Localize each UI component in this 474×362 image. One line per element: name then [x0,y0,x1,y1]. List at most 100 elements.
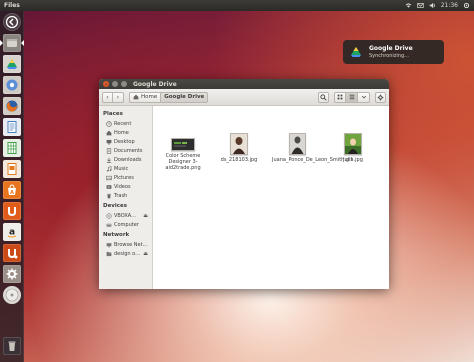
file-name: ds_218103.jpg [220,157,258,163]
forward-button[interactable]: › [113,91,124,103]
volume-indicator-icon[interactable] [429,2,436,9]
eject-icon[interactable]: ⏏ [143,251,148,257]
list-view-button[interactable] [346,91,358,103]
libreoffice-writer-icon[interactable] [3,118,21,136]
list-icon [349,94,354,100]
software-center-icon[interactable]: A [3,181,21,199]
grid-view-button[interactable] [334,91,346,103]
top-panel: Files 21:36 [0,0,474,11]
sidebar-item-trash[interactable]: Trash [99,191,152,200]
google-drive-icon[interactable] [3,55,21,73]
image-thumbnail [344,133,362,155]
sidebar-item-design-share[interactable]: design o... ⏏ [99,249,152,258]
breadcrumb-home[interactable]: Home [129,91,162,103]
gear-icon [377,94,384,100]
sidebar-item-pictures[interactable]: Pictures [99,173,152,182]
clock[interactable]: 21:36 [441,2,458,9]
sidebar-item-downloads[interactable]: Downloads [99,155,152,164]
mail-indicator-icon[interactable] [417,2,424,9]
sidebar-item-home[interactable]: Home [99,128,152,137]
sidebar-item-videos[interactable]: Videos [99,182,152,191]
system-settings-icon[interactable] [3,265,21,283]
files-icon[interactable] [3,34,21,52]
clock-icon [106,120,112,127]
notification-body: Synchronizing... [369,53,409,59]
ubuntu-one-icon[interactable] [3,202,21,220]
file-name: Color Scheme Designer 3-aid2trade.png [165,153,201,171]
places-heading: Places [103,111,123,117]
file-item[interactable]: Color Scheme Designer 3-aid2trade.png [158,138,208,171]
chevron-down-icon [361,95,366,99]
picture-icon [106,175,112,181]
home-icon [133,94,139,100]
minimize-button[interactable] [112,81,118,87]
settings-button[interactable] [375,91,386,103]
sidebar-item-label: Home [114,129,129,136]
active-indicator [21,40,24,46]
breadcrumb-current-label: Google Drive [164,94,205,100]
power-gear-icon[interactable] [463,2,470,9]
file-item[interactable]: Juana_Ponce_De_Leon_Smith.gif [272,133,353,163]
image-thumbnail [230,133,248,155]
breadcrumb-home-label: Home [141,94,158,100]
network-indicator-icon[interactable] [405,2,412,9]
trash-icon [106,193,112,199]
search-button[interactable] [318,91,329,103]
toolbar: ‹ › Home Google Drive [99,89,389,106]
sidebar: Places Recent Home Desktop Documents Dow… [99,106,153,289]
dash-home-icon[interactable] [3,13,21,31]
svg-text:A: A [10,190,14,196]
file-item[interactable]: ds_218103.jpg [214,133,264,163]
close-button[interactable]: × [103,81,109,87]
active-app-title: Files [4,2,20,9]
grid-icon [337,94,343,100]
sidebar-item-label: Videos [114,183,131,190]
window-titlebar[interactable]: × Google Drive [99,79,389,89]
sidebar-item-music[interactable]: Music [99,164,152,173]
back-button[interactable]: ‹ [102,91,113,103]
sidebar-item-recent[interactable]: Recent [99,119,152,128]
indicator-area: 21:36 [405,2,470,9]
sidebar-item-documents[interactable]: Documents [99,146,152,155]
view-options-button[interactable] [358,91,370,103]
view-switcher [334,91,370,103]
chromium-icon[interactable] [3,76,21,94]
dvd-drive-icon[interactable] [3,286,21,304]
devices-heading: Devices [103,203,128,209]
sidebar-item-computer[interactable]: Computer [99,220,152,229]
libreoffice-impress-icon[interactable] [3,160,21,178]
eject-icon[interactable]: ⏏ [143,213,148,219]
sidebar-item-label: Recent [114,120,132,127]
download-icon [106,157,112,163]
ubuntu-one-music-icon[interactable] [3,244,21,262]
sync-notification: Google Drive Synchronizing... [343,40,444,64]
breadcrumb-current[interactable]: Google Drive [161,91,209,103]
sidebar-item-label: Trash [114,192,128,199]
sidebar-item-desktop[interactable]: Desktop [99,137,152,146]
sidebar-item-vboxadditions[interactable]: VBOXA... ⏏ [99,211,152,220]
file-name: Juana_Ponce_De_Leon_Smith.gif [272,157,353,163]
maximize-button[interactable] [121,81,127,87]
sidebar-item-browse-network[interactable]: Browse Net... [99,240,152,249]
home-icon [106,130,112,136]
sidebar-item-label: Desktop [114,138,135,145]
music-icon [106,165,112,172]
desktop-icon [106,139,112,145]
amazon-icon[interactable]: a [3,223,21,241]
image-thumbnail [171,138,195,151]
sidebar-item-label: Music [114,165,129,172]
sidebar-item-label: Computer [114,221,139,228]
trash-icon[interactable] [3,337,21,355]
svg-text:a: a [9,228,15,238]
sidebar-item-label: VBOXA... [114,212,136,219]
search-icon [320,93,327,101]
file-item[interactable]: Julia.jpg [328,133,378,163]
disc-icon [106,212,112,219]
image-thumbnail [288,133,306,155]
firefox-icon[interactable] [3,97,21,115]
libreoffice-calc-icon[interactable] [3,139,21,157]
sidebar-item-label: Browse Net... [114,241,148,248]
files-window: × Google Drive ‹ › Home Google Drive Pla… [99,79,389,289]
launcher: A a [0,11,24,362]
sidebar-item-label: Pictures [114,174,134,181]
